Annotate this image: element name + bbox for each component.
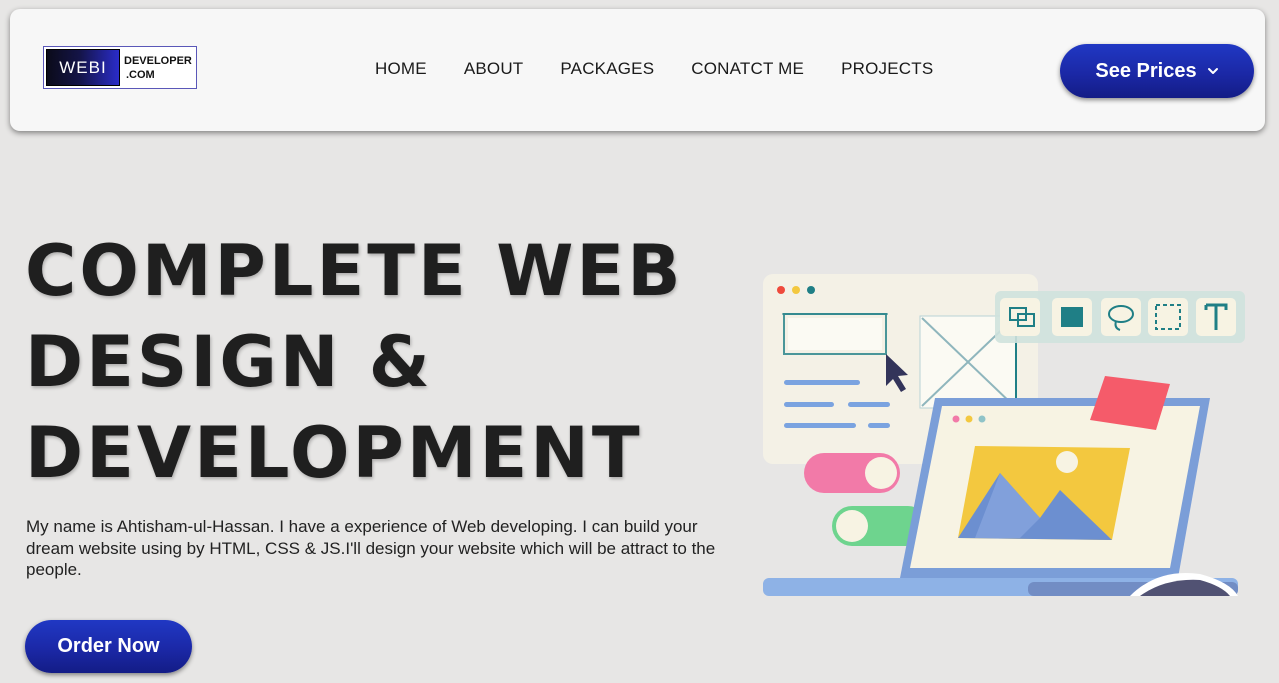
page: WEBI DEVELOPER .COM HOME ABOUT PACKAGES … <box>0 0 1279 683</box>
hero-title: COMPLETE WEB DESIGN & DEVELOPMENT <box>25 226 705 499</box>
logo-text-com: .COM <box>126 68 155 81</box>
logo[interactable]: WEBI DEVELOPER .COM <box>43 46 197 89</box>
select-tool-icon <box>1148 298 1188 336</box>
logo-text-developer: DEVELOPER <box>124 54 192 67</box>
nav-item-projects[interactable]: PROJECTS <box>841 59 933 79</box>
nav-item-about[interactable]: ABOUT <box>464 59 524 79</box>
nav-item-home[interactable]: HOME <box>375 59 427 79</box>
lasso-tool-icon <box>1101 298 1141 336</box>
hero-description: My name is Ahtisham-ul-Hassan. I have a … <box>26 517 716 579</box>
nav-item-contact[interactable]: CONATCT ME <box>691 59 804 79</box>
logo-wordmark: DEVELOPER .COM <box>124 54 192 82</box>
main-nav: HOME ABOUT PACKAGES CONATCT ME PROJECTS <box>375 59 970 79</box>
hero-title-line: DESIGN & <box>25 321 433 403</box>
logo-text-webi: WEBI <box>59 57 107 77</box>
nav-item-packages[interactable]: PACKAGES <box>560 59 654 79</box>
see-prices-label: See Prices <box>1095 59 1197 82</box>
hero-title-line: DEVELOPMENT <box>25 412 643 494</box>
hero-title-line: COMPLETE WEB <box>25 230 684 312</box>
chevron-down-icon <box>1207 68 1218 74</box>
see-prices-button[interactable]: See Prices <box>1060 44 1254 98</box>
web-design-illustration <box>763 274 1245 596</box>
order-now-button[interactable]: Order Now <box>25 620 192 673</box>
logo-mark: WEBI <box>46 49 120 86</box>
site-header: WEBI DEVELOPER .COM HOME ABOUT PACKAGES … <box>10 9 1265 131</box>
